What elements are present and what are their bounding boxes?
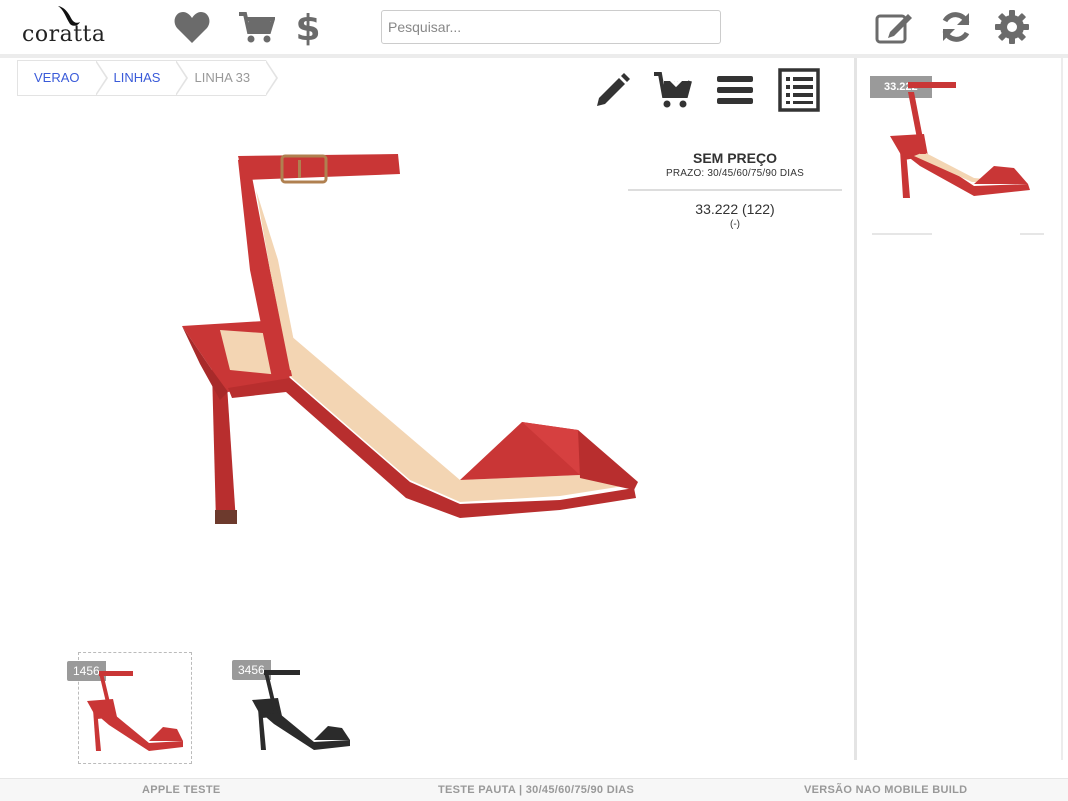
sandal-thumbnail <box>87 671 183 751</box>
edit-icon <box>875 14 912 44</box>
breadcrumb: VERAO LINHAS LINHA 33 <box>17 60 279 96</box>
product-image[interactable] <box>160 130 660 540</box>
variant-thumb-black[interactable]: 3456 <box>232 652 354 764</box>
edit-order-button[interactable] <box>874 8 914 46</box>
sandal-thumbnail <box>252 670 350 750</box>
footer-list-info: TESTE PAUTA | 30/45/60/75/90 DIAS <box>438 784 635 796</box>
sandal-thumbnail <box>890 82 1030 198</box>
breadcrumb-item-current: LINHA 33 <box>176 60 279 96</box>
list-view-button[interactable] <box>712 66 758 114</box>
prices-button[interactable]: $ <box>288 8 328 46</box>
settings-button[interactable] <box>992 8 1032 46</box>
right-border <box>1061 58 1063 760</box>
payment-terms: PRAZO: 30/45/60/75/90 DIAS <box>665 168 805 179</box>
heart-icon <box>174 12 210 43</box>
logo-text: coratta <box>22 22 106 47</box>
sandal-image <box>182 154 638 524</box>
breadcrumb-item-verao[interactable]: VERAO <box>17 60 108 96</box>
details-button[interactable] <box>776 66 822 114</box>
price-label: SEM PREÇO <box>692 150 777 166</box>
breadcrumb-label: LINHAS <box>113 70 161 85</box>
cart-icon <box>239 12 275 43</box>
product-reference: 33.222 (122) <box>695 201 775 217</box>
brand-logo[interactable]: coratta <box>22 4 118 48</box>
details-list-icon <box>778 68 820 112</box>
search-input[interactable] <box>381 10 721 44</box>
breadcrumb-separator <box>175 60 189 96</box>
sidebar-product-card[interactable]: 33.222 <box>868 72 1044 232</box>
top-bar-divider <box>0 54 1068 58</box>
breadcrumb-separator <box>94 60 108 96</box>
gear-icon <box>995 10 1029 44</box>
annotate-button[interactable] <box>590 66 636 114</box>
breadcrumb-label: VERAO <box>34 70 80 85</box>
refresh-icon <box>942 12 970 42</box>
footer-version: VERSÃO NAO MOBILE BUILD <box>804 784 968 796</box>
breadcrumb-separator <box>265 60 279 96</box>
breadcrumb-item-linhas[interactable]: LINHAS <box>95 60 189 96</box>
price-divider <box>628 189 842 191</box>
column-divider <box>854 58 857 760</box>
product-reference-extra: (-) <box>730 219 740 230</box>
top-bar: coratta $ <box>0 0 1068 54</box>
footer: APPLE TESTE TESTE PAUTA | 30/45/60/75/90… <box>0 778 1068 801</box>
price-panel: SEM PREÇO PRAZO: 30/45/60/75/90 DIAS 33.… <box>628 150 842 230</box>
add-to-cart-icon <box>654 72 692 108</box>
refresh-button[interactable] <box>936 8 976 46</box>
dollar-icon: $ <box>295 8 320 46</box>
svg-text:$: $ <box>295 8 320 46</box>
sidebar-separator <box>1020 233 1044 235</box>
pencil-icon <box>597 73 630 106</box>
sidebar-separator <box>872 233 932 235</box>
breadcrumb-label: LINHA 33 <box>194 70 251 85</box>
cart-button[interactable] <box>236 8 276 46</box>
add-to-cart-button[interactable] <box>650 66 696 114</box>
variant-thumb-red[interactable]: 1456 <box>67 652 192 764</box>
menu-icon <box>717 76 753 104</box>
favorites-button[interactable] <box>172 8 212 46</box>
footer-user: APPLE TESTE <box>142 784 221 796</box>
